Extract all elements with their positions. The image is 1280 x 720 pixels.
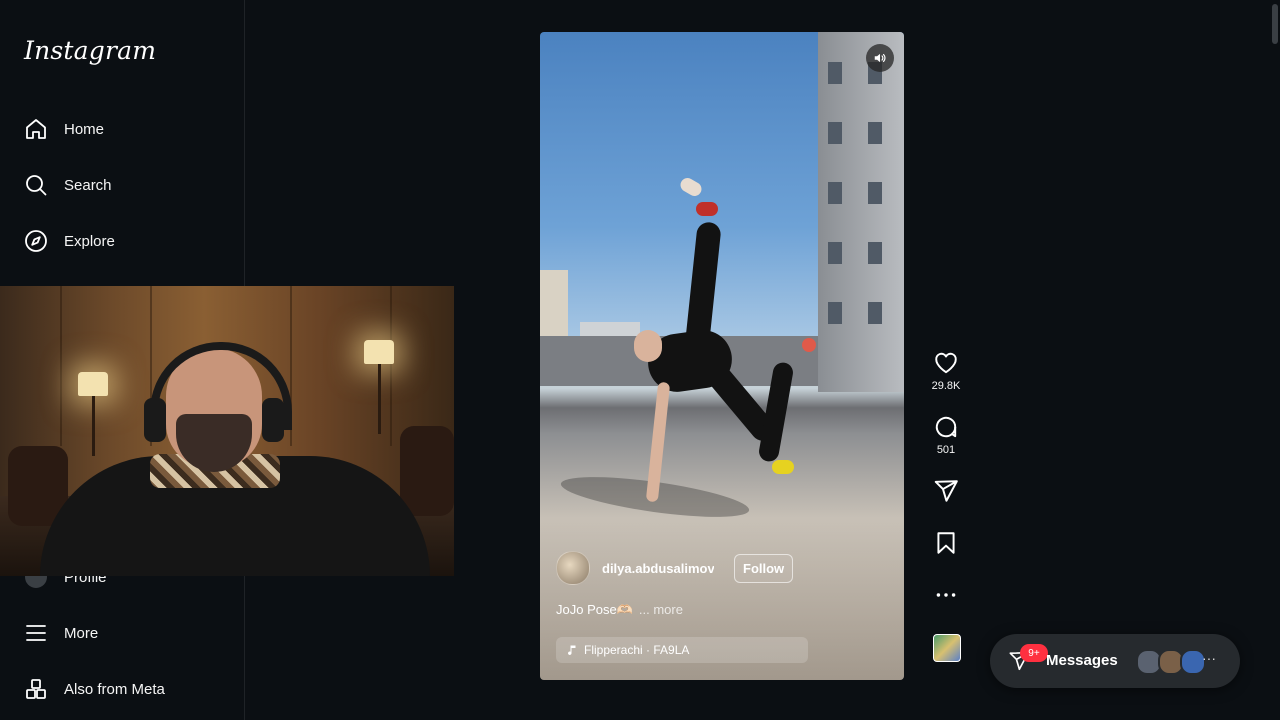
grid-icon bbox=[26, 679, 46, 699]
save-button[interactable] bbox=[924, 530, 968, 556]
bookmark-icon bbox=[937, 532, 955, 554]
sidebar-item-label: Also from Meta bbox=[64, 680, 165, 698]
share-button[interactable] bbox=[924, 478, 968, 504]
audio-thumbnail[interactable] bbox=[933, 634, 961, 662]
sidebar-item-explore[interactable]: Explore bbox=[0, 217, 244, 265]
caption-more-link[interactable]: ... more bbox=[639, 602, 683, 617]
like-count: 29.8K bbox=[931, 380, 961, 392]
reel-actions: 29.8K 501 bbox=[924, 0, 968, 720]
comment-count: 501 bbox=[936, 444, 956, 456]
sidebar-item-label: Search bbox=[64, 176, 112, 194]
speaker-icon bbox=[874, 53, 886, 63]
webcam-overlay bbox=[0, 286, 454, 576]
more-options-button[interactable] bbox=[924, 582, 968, 608]
sidebar-item-more[interactable]: More bbox=[0, 609, 244, 657]
comment-icon bbox=[935, 416, 957, 438]
follow-button[interactable]: Follow bbox=[734, 553, 794, 583]
sidebar-item-home[interactable]: Home bbox=[0, 105, 244, 153]
reel-caption: JoJo Pose🫶🏻 ... more bbox=[556, 602, 683, 618]
sidebar-item-search[interactable]: Search bbox=[0, 161, 244, 209]
ellipsis-icon bbox=[936, 593, 956, 597]
sidebar-item-also-from-meta[interactable]: Also from Meta bbox=[0, 665, 244, 713]
messages-label: Messages bbox=[1046, 652, 1118, 669]
messages-more: ··· bbox=[1202, 650, 1216, 666]
reel-video[interactable]: dilya.abdusalimov Follow JoJo Pose🫶🏻 ... … bbox=[540, 32, 904, 680]
author-avatar[interactable] bbox=[556, 551, 590, 585]
like-button[interactable]: 29.8K bbox=[924, 350, 968, 392]
search-icon bbox=[26, 175, 47, 196]
messages-bar[interactable]: 9+ Messages ··· bbox=[990, 634, 1240, 688]
author-username[interactable]: dilya.abdusalimov bbox=[602, 561, 714, 576]
compass-icon bbox=[25, 230, 47, 252]
sidebar-item-label: Home bbox=[64, 120, 105, 138]
music-note-icon bbox=[568, 645, 576, 655]
scrollbar-thumb[interactable] bbox=[1272, 4, 1278, 44]
page-scrollbar[interactable] bbox=[1270, 0, 1280, 720]
sidebar-item-label: Explore bbox=[64, 232, 115, 250]
home-icon bbox=[26, 119, 46, 139]
heart-icon bbox=[935, 352, 957, 374]
sidebar-item-label: More bbox=[64, 624, 99, 642]
unread-badge: 9+ bbox=[1020, 644, 1048, 662]
send-icon bbox=[934, 480, 958, 502]
comment-button[interactable]: 501 bbox=[924, 414, 968, 456]
reel-author-row: dilya.abdusalimov Follow bbox=[556, 551, 794, 585]
caption-text: JoJo Pose🫶🏻 bbox=[556, 602, 633, 617]
instagram-logo[interactable]: Instagram bbox=[24, 36, 156, 65]
menu-icon bbox=[26, 625, 46, 641]
audio-track-label: Flipperachi · FA9LA bbox=[584, 643, 690, 657]
mute-button[interactable] bbox=[866, 44, 894, 72]
audio-track-link[interactable]: Flipperachi · FA9LA bbox=[556, 637, 808, 663]
